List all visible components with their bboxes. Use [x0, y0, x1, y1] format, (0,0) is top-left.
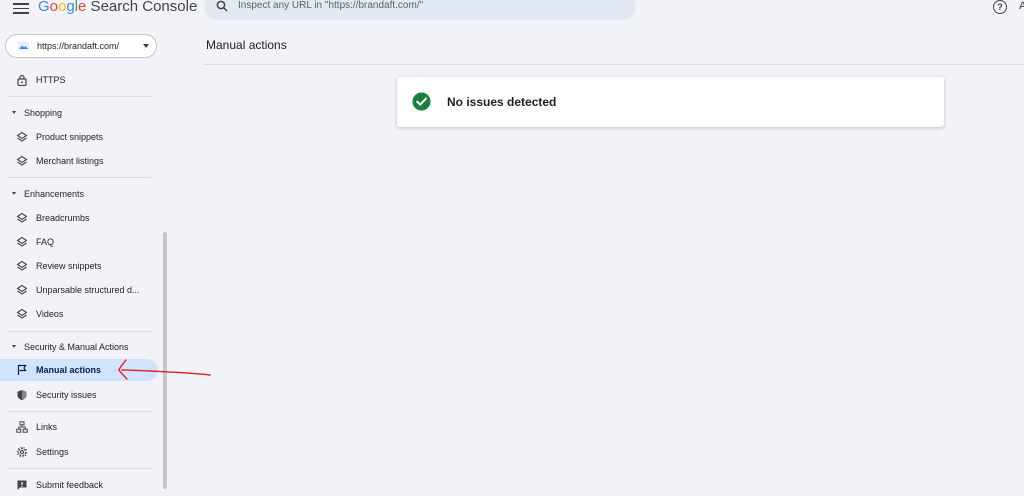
collapse-arrow-icon [12, 111, 16, 114]
logo-letter: G [38, 0, 50, 15]
links-icon [16, 421, 28, 433]
sidebar-item-label: Security issues [36, 390, 97, 400]
property-url: https://brandaft.com/ [37, 41, 120, 51]
lock-icon [17, 74, 27, 86]
sidebar-item-label: Unparsable structured d... [36, 285, 140, 295]
layers-icon [16, 236, 28, 247]
app-logo[interactable]: Google Search Console [38, 0, 197, 15]
sidebar-item-label: Merchant listings [36, 156, 104, 166]
divider [8, 177, 151, 178]
section-shopping[interactable]: Shopping [0, 103, 158, 123]
collapse-arrow-icon [12, 192, 16, 195]
sidebar-item-product-snippets[interactable]: Product snippets [0, 126, 158, 148]
flag-icon [17, 364, 27, 375]
sidebar-item-review-snippets[interactable]: Review snippets [0, 255, 158, 277]
red-annotation-arrow [118, 359, 211, 380]
sidebar-item-label: Videos [36, 309, 64, 319]
gear-icon [16, 446, 28, 458]
layers-icon [16, 155, 28, 166]
sidebar-item-merchant-listings[interactable]: Merchant listings [0, 150, 158, 172]
section-label: Security & Manual Actions [24, 342, 129, 352]
divider [8, 411, 151, 412]
sidebar-item-security-issues[interactable]: Security issues [0, 384, 158, 406]
sidebar-item-label: Links [36, 422, 58, 432]
sidebar-item-videos[interactable]: Videos [0, 303, 158, 325]
layers-icon [16, 284, 28, 295]
section-label: Enhancements [24, 189, 85, 199]
sidebar-item-settings[interactable]: Settings [0, 441, 158, 463]
section-security-manual-actions[interactable]: Security & Manual Actions [0, 337, 158, 357]
sidebar-nav: https://brandaft.com/ HTTPS Shopping Pro… [0, 22, 168, 490]
sidebar-item-label: Manual actions [36, 365, 102, 375]
shield-icon [17, 390, 27, 401]
hamburger-menu-icon[interactable] [13, 0, 29, 14]
chevron-down-icon [143, 44, 149, 48]
logo-letter: g [66, 0, 75, 15]
sidebar-item-submit-feedback[interactable]: Submit feedback [0, 474, 158, 496]
sidebar-item-faq[interactable]: FAQ [0, 231, 158, 253]
help-icon[interactable]: ? [993, 0, 1007, 14]
layers-icon [16, 212, 28, 223]
sidebar-item-label: Product snippets [36, 132, 104, 142]
layers-icon [16, 131, 28, 142]
logo-letter: o [49, 0, 59, 15]
sidebar-item-https[interactable]: HTTPS [0, 69, 158, 91]
sidebar-item-unparsable-structured-data[interactable]: Unparsable structured d... [0, 279, 158, 301]
sidebar-item-label: FAQ [36, 237, 55, 247]
sidebar-item-label: Breadcrumbs [36, 213, 90, 223]
divider [8, 331, 151, 332]
check-circle-icon [412, 92, 431, 111]
search-placeholder: Inspect any URL in "https://brandaft.com… [238, 0, 424, 11]
property-selector[interactable]: https://brandaft.com/ [5, 34, 157, 58]
divider [8, 96, 151, 97]
sidebar-item-links[interactable]: Links [0, 416, 158, 438]
layers-icon [16, 260, 28, 271]
status-card: No issues detected [397, 77, 944, 127]
section-enhancements[interactable]: Enhancements [0, 184, 158, 204]
sidebar-item-label: Settings [36, 447, 69, 457]
logo-product-text: Search Console [86, 0, 198, 15]
sidebar-item-label: Review snippets [36, 261, 102, 271]
sidebar-item-breadcrumbs[interactable]: Breadcrumbs [0, 207, 158, 229]
property-site-icon [18, 42, 29, 51]
status-message: No issues detected [447, 95, 557, 109]
sidebar-item-label: HTTPS [36, 75, 66, 85]
top-bar: Google Search Console Inspect any URL in… [0, 0, 1024, 22]
search-icon [216, 0, 228, 12]
divider [8, 468, 151, 469]
logo-google-text: Google [38, 0, 86, 15]
url-inspection-search[interactable]: Inspect any URL in "https://brandaft.com… [204, 0, 636, 20]
collapse-arrow-icon [12, 345, 16, 348]
section-label: Shopping [24, 108, 63, 118]
feedback-icon [17, 480, 27, 490]
divider [204, 64, 1024, 65]
page-title: Manual actions [206, 38, 287, 52]
layers-icon [16, 308, 28, 319]
account-initial-cutoff[interactable]: A [1019, 0, 1024, 12]
